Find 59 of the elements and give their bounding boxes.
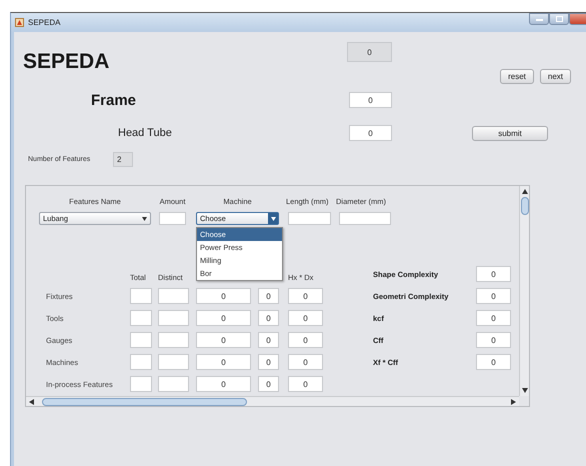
action-button[interactable]: reset xyxy=(500,69,534,84)
total-field[interactable] xyxy=(130,354,152,370)
total-field[interactable] xyxy=(130,332,152,348)
section-label: Frame xyxy=(90,92,138,108)
value-field[interactable]: 0 xyxy=(258,288,279,304)
minimize-button[interactable] xyxy=(529,13,549,25)
value-field[interactable]: 0 xyxy=(288,332,323,348)
metric-field[interactable]: 0 xyxy=(476,288,511,304)
caret-icon xyxy=(270,216,276,220)
length-field[interactable] xyxy=(288,212,331,225)
horizontal-scrollbar[interactable] xyxy=(26,396,519,406)
distinct-field[interactable] xyxy=(158,310,189,326)
submit-button[interactable]: submit xyxy=(472,126,548,140)
value-field[interactable]: 0 xyxy=(196,354,251,370)
value-field[interactable]: 0 xyxy=(258,332,279,348)
vertical-scrollbar[interactable] xyxy=(519,186,529,396)
distinct-field[interactable] xyxy=(158,354,189,370)
value-field[interactable]: 0 xyxy=(349,125,392,141)
total-field[interactable] xyxy=(130,376,152,392)
total-field[interactable] xyxy=(130,310,152,326)
app-icon xyxy=(15,18,24,27)
part-label: Head Tube xyxy=(117,127,173,139)
value-field[interactable]: 0 xyxy=(288,376,323,392)
metric-field[interactable]: 0 xyxy=(476,354,511,370)
count-field[interactable]: 2 xyxy=(113,152,133,167)
caret-icon xyxy=(142,216,147,220)
value-field[interactable]: 0 xyxy=(258,310,279,326)
value-field[interactable]: 0 xyxy=(258,354,279,370)
value-field[interactable]: 0 xyxy=(288,310,323,326)
app-heading: SEPEDA xyxy=(22,52,110,72)
scroll-left-icon xyxy=(29,398,34,404)
metric-field[interactable]: 0 xyxy=(476,332,511,348)
value-field[interactable]: 0 xyxy=(288,354,323,370)
window-title: SEPEDA xyxy=(28,18,60,27)
distinct-field[interactable] xyxy=(158,332,189,348)
metric-field[interactable]: 0 xyxy=(476,266,511,282)
metric-field[interactable]: 0 xyxy=(476,310,511,326)
value-field[interactable]: 0 xyxy=(258,376,279,392)
scroll-right-icon xyxy=(511,398,516,404)
value-field[interactable]: 0 xyxy=(196,310,251,326)
value-field[interactable]: 0 xyxy=(349,92,392,108)
amount-field[interactable] xyxy=(159,212,186,225)
value-field[interactable]: 0 xyxy=(347,42,392,62)
action-button[interactable]: next xyxy=(540,69,571,84)
scroll-down-icon xyxy=(522,388,528,393)
distinct-field[interactable] xyxy=(158,376,189,392)
value-field[interactable]: 0 xyxy=(288,288,323,304)
distinct-field[interactable] xyxy=(158,288,189,304)
value-field[interactable]: 0 xyxy=(196,332,251,348)
minimize-icon xyxy=(536,18,542,20)
scroll-thumb[interactable] xyxy=(520,197,528,215)
maximize-icon xyxy=(556,16,562,22)
maximize-button[interactable] xyxy=(549,13,569,25)
scroll-thumb[interactable] xyxy=(42,398,247,406)
value-field[interactable]: 0 xyxy=(196,288,251,304)
total-field[interactable] xyxy=(130,288,152,304)
value-field[interactable]: 0 xyxy=(196,376,251,392)
diameter-field[interactable] xyxy=(339,212,391,225)
scroll-up-icon xyxy=(522,189,528,194)
